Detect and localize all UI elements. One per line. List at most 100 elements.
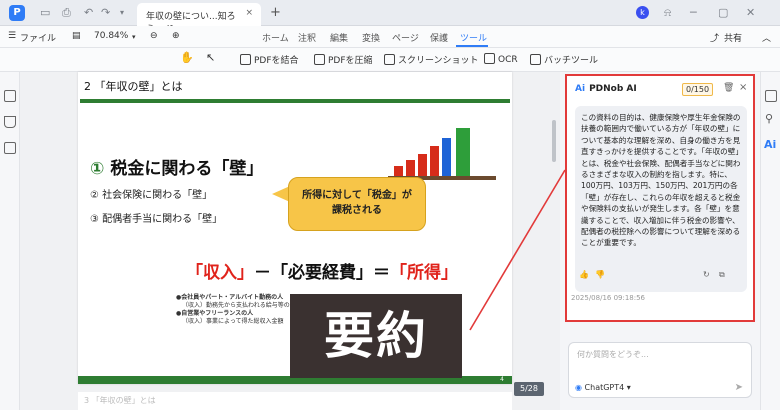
tools-ribbon: ✋ ↖ PDFを結合 PDFを圧縮 スクリーンショット OCR バッチツール [0,48,780,72]
compress-pdf-label: PDFを圧縮 [328,56,373,66]
compress-icon [314,54,325,65]
menu-toolbar: ☰ ファイル ▤ 70.84% ▾ ⊖ ⊕ ホーム 注釈 編集 変換 ページ 保… [0,26,780,48]
ai-tool-icon[interactable]: Ai [764,138,776,151]
app-logo-icon: P [9,5,25,21]
redo-icon[interactable]: ↷ [101,7,110,19]
delete-icon[interactable]: 🗑 [723,83,734,93]
list-item: ② 社会保険に関わる「壁」 [90,190,213,201]
collapse-toolbar-icon[interactable]: ︿ [762,31,771,44]
menu-tools[interactable]: ツール [460,31,487,44]
ai-panel-title: PDNob AI [589,84,637,94]
minimize-icon[interactable]: ─ [690,7,697,19]
next-pdf-page: 3 「年収の壁」とは [78,392,512,410]
income-formula: 「収入」－「必要経費」＝「所得」 [186,258,458,283]
title-bar: P ▭ ⎙ ↶ ↷ ▾ 年収の壁につい...知ろう.pdf × + k ⍾ ─ … [0,0,780,35]
close-window-icon[interactable]: ✕ [746,7,755,19]
menu-convert[interactable]: 変換 [362,31,380,44]
summary-overlay-label: 要約 [290,294,462,378]
illustration-bar [406,160,415,176]
menu-page[interactable]: ページ [392,31,419,44]
list-item: ③ 配偶者手当に関わる「壁」 [90,214,223,225]
undo-icon[interactable]: ↶ [84,7,93,19]
note-line: （収入）事業によって得た総収入金額 [182,318,284,325]
formula-expenses: －「必要経費」＝ [254,263,390,283]
screenshot-label: スクリーンショット [398,56,479,66]
zoom-level[interactable]: 70.84% [94,31,128,41]
next-page-title: 3 「年収の壁」とは [84,396,156,405]
merge-icon [240,54,251,65]
maximize-icon[interactable]: ▢ [718,7,728,19]
input-placeholder: 何か質問をどうぞ... [577,350,649,359]
ai-summary-box: Ai PDNob AI 0/150 🗑 × この資料の目的は、健康保険や厚生年金保… [565,74,755,322]
search-icon[interactable]: ⚲ [765,112,773,125]
thumbs-up-icon[interactable]: 👍 [579,270,589,279]
close-icon[interactable]: × [739,82,747,93]
illustration-bar [394,166,403,176]
active-menu-indicator [456,45,488,47]
ocr-label: OCR [498,55,518,65]
callout-line: 課税される [332,205,382,216]
tab-close-icon[interactable]: × [245,8,253,18]
menu-protect[interactable]: 保護 [430,31,448,44]
title-rule [80,99,510,103]
share-icon[interactable]: ⤴ [710,31,719,44]
page-view-icon[interactable]: ▤ [72,31,81,41]
hamburger-icon[interactable]: ☰ [8,31,16,41]
batch-tool-label: バッチツール [544,56,599,66]
ai-response-message: この資料の目的は、健康保険や厚生年金保険の扶養の範囲内で働いている方が「年収の壁… [575,106,747,292]
copy-icon[interactable]: ⧉ [719,270,725,280]
slide-number: 4 [500,376,504,383]
zoom-in-icon[interactable]: ⊕ [172,31,180,41]
compress-pdf-button[interactable]: PDFを圧縮 [314,53,373,68]
illustration-bar [418,154,427,176]
model-name: ChatGPT4 [584,383,625,392]
print-icon[interactable]: ⎙ [62,7,71,19]
share-button[interactable]: 共有 [724,31,742,44]
menu-edit[interactable]: 編集 [330,31,348,44]
regenerate-icon[interactable]: ↻ [703,270,710,279]
batch-tool-button[interactable]: バッチツール [530,53,598,68]
model-icon: ◉ [575,383,582,392]
section-heading-text: 税金に関わる「壁」 [110,159,264,179]
merge-pdf-button[interactable]: PDFを結合 [240,53,299,68]
document-viewer[interactable]: 2 「年収の壁」とは ① 税金に関わる「壁」 ② 社会保険に関わる「壁」 ③ 配… [20,72,560,410]
section-heading: ① 税金に関わる「壁」 [90,154,263,179]
zoom-dropdown-icon[interactable]: ▾ [132,33,136,41]
ai-panel-header: Ai PDNob AI [575,84,637,94]
screenshot-button[interactable]: スクリーンショット [384,53,479,68]
ai-question-input[interactable]: 何か質問をどうぞ... ◉ ChatGPT4 ▾ ➤ [568,342,752,398]
document-tab[interactable]: 年収の壁につい...知ろう.pdf × [137,3,261,35]
batch-icon [530,54,541,65]
avatar[interactable]: k [636,6,649,19]
bookmark-icon[interactable] [4,116,16,128]
quick-access-dropdown-icon[interactable]: ▾ [120,7,124,19]
model-selector[interactable]: ◉ ChatGPT4 ▾ [575,383,631,392]
send-icon[interactable]: ➤ [735,382,743,393]
merge-pdf-label: PDFを結合 [254,56,299,66]
usage-counter: 0/150 [682,83,714,96]
ocr-button[interactable]: OCR [484,53,518,68]
illustration-bar [430,146,439,176]
formula-income: 「収入」 [186,263,254,283]
thumbs-down-icon[interactable]: 👎 [595,270,605,279]
page-title: 2 「年収の壁」とは [84,80,183,93]
illustration-bar [442,138,451,176]
section-number: ① [90,159,105,179]
menu-annotate[interactable]: 注釈 [298,31,316,44]
zoom-out-icon[interactable]: ⊖ [150,31,158,41]
properties-icon[interactable] [765,90,777,102]
left-sidebar [0,72,20,410]
callout-bubble: 所得に対して「税金」が 課税される [288,177,426,231]
bell-icon[interactable]: ⍾ [664,7,671,19]
formula-result: 「所得」 [390,263,458,283]
comment-icon[interactable] [4,142,16,154]
select-tool-icon[interactable]: ↖ [206,51,215,66]
vertical-scrollbar[interactable] [552,120,556,162]
thumbnail-icon[interactable] [4,90,16,102]
menu-home[interactable]: ホーム [262,31,289,44]
ai-panel: Ai PDNob AI 0/150 🗑 × この資料の目的は、健康保険や厚生年金保… [560,72,760,410]
new-tab-button[interactable]: + [270,5,281,20]
file-menu[interactable]: ファイル [20,31,56,44]
folder-icon[interactable]: ▭ [40,7,50,19]
hand-tool-icon[interactable]: ✋ [180,51,194,66]
